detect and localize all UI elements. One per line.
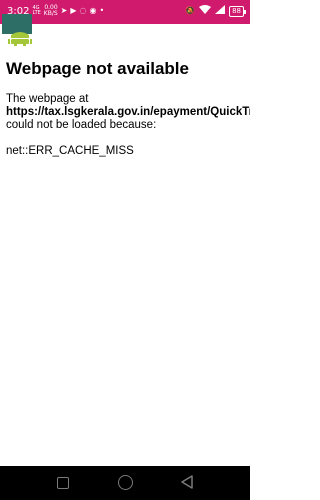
battery-indicator: 88 xyxy=(229,5,246,17)
error-message: The webpage at https://tax.lsgkerala.gov… xyxy=(6,93,250,132)
error-screen-icon xyxy=(2,14,32,34)
error-url: https://tax.lsgkerala.gov.in/epayment/Qu… xyxy=(6,106,250,118)
youtube-icon: ▶ xyxy=(70,6,77,15)
signal-icon xyxy=(215,5,226,17)
telegram-icon: ➤ xyxy=(60,6,68,15)
status-bar: 3:02 4G LTE 0.00 KB/S ➤ ▶ ◌ ◉ • 🔕 88 xyxy=(0,0,250,24)
network-bottom: LTE xyxy=(32,10,41,16)
error-code: net::ERR_CACHE_MISS xyxy=(6,145,134,157)
silent-icon: 🔕 xyxy=(185,6,196,15)
back-icon xyxy=(181,475,193,489)
android-robot-icon xyxy=(8,32,32,46)
wifi-icon xyxy=(199,5,212,17)
error-intro: The webpage at xyxy=(6,93,89,105)
back-button[interactable] xyxy=(181,475,193,494)
navigation-bar xyxy=(0,466,250,500)
home-button[interactable] xyxy=(118,475,133,490)
error-title: Webpage not available xyxy=(6,59,189,78)
chrome-icon: ◉ xyxy=(89,6,97,15)
network-indicator: 4G LTE xyxy=(32,6,40,16)
dot-icon: • xyxy=(99,6,105,15)
speed-indicator: 0.00 KB/S xyxy=(44,5,58,17)
error-reason: could not be loaded because: xyxy=(6,119,157,131)
status-right: 🔕 88 xyxy=(185,5,246,17)
speed-unit: KB/S xyxy=(43,10,58,17)
recent-apps-button[interactable] xyxy=(57,477,69,489)
whatsapp-icon: ◌ xyxy=(79,6,87,15)
